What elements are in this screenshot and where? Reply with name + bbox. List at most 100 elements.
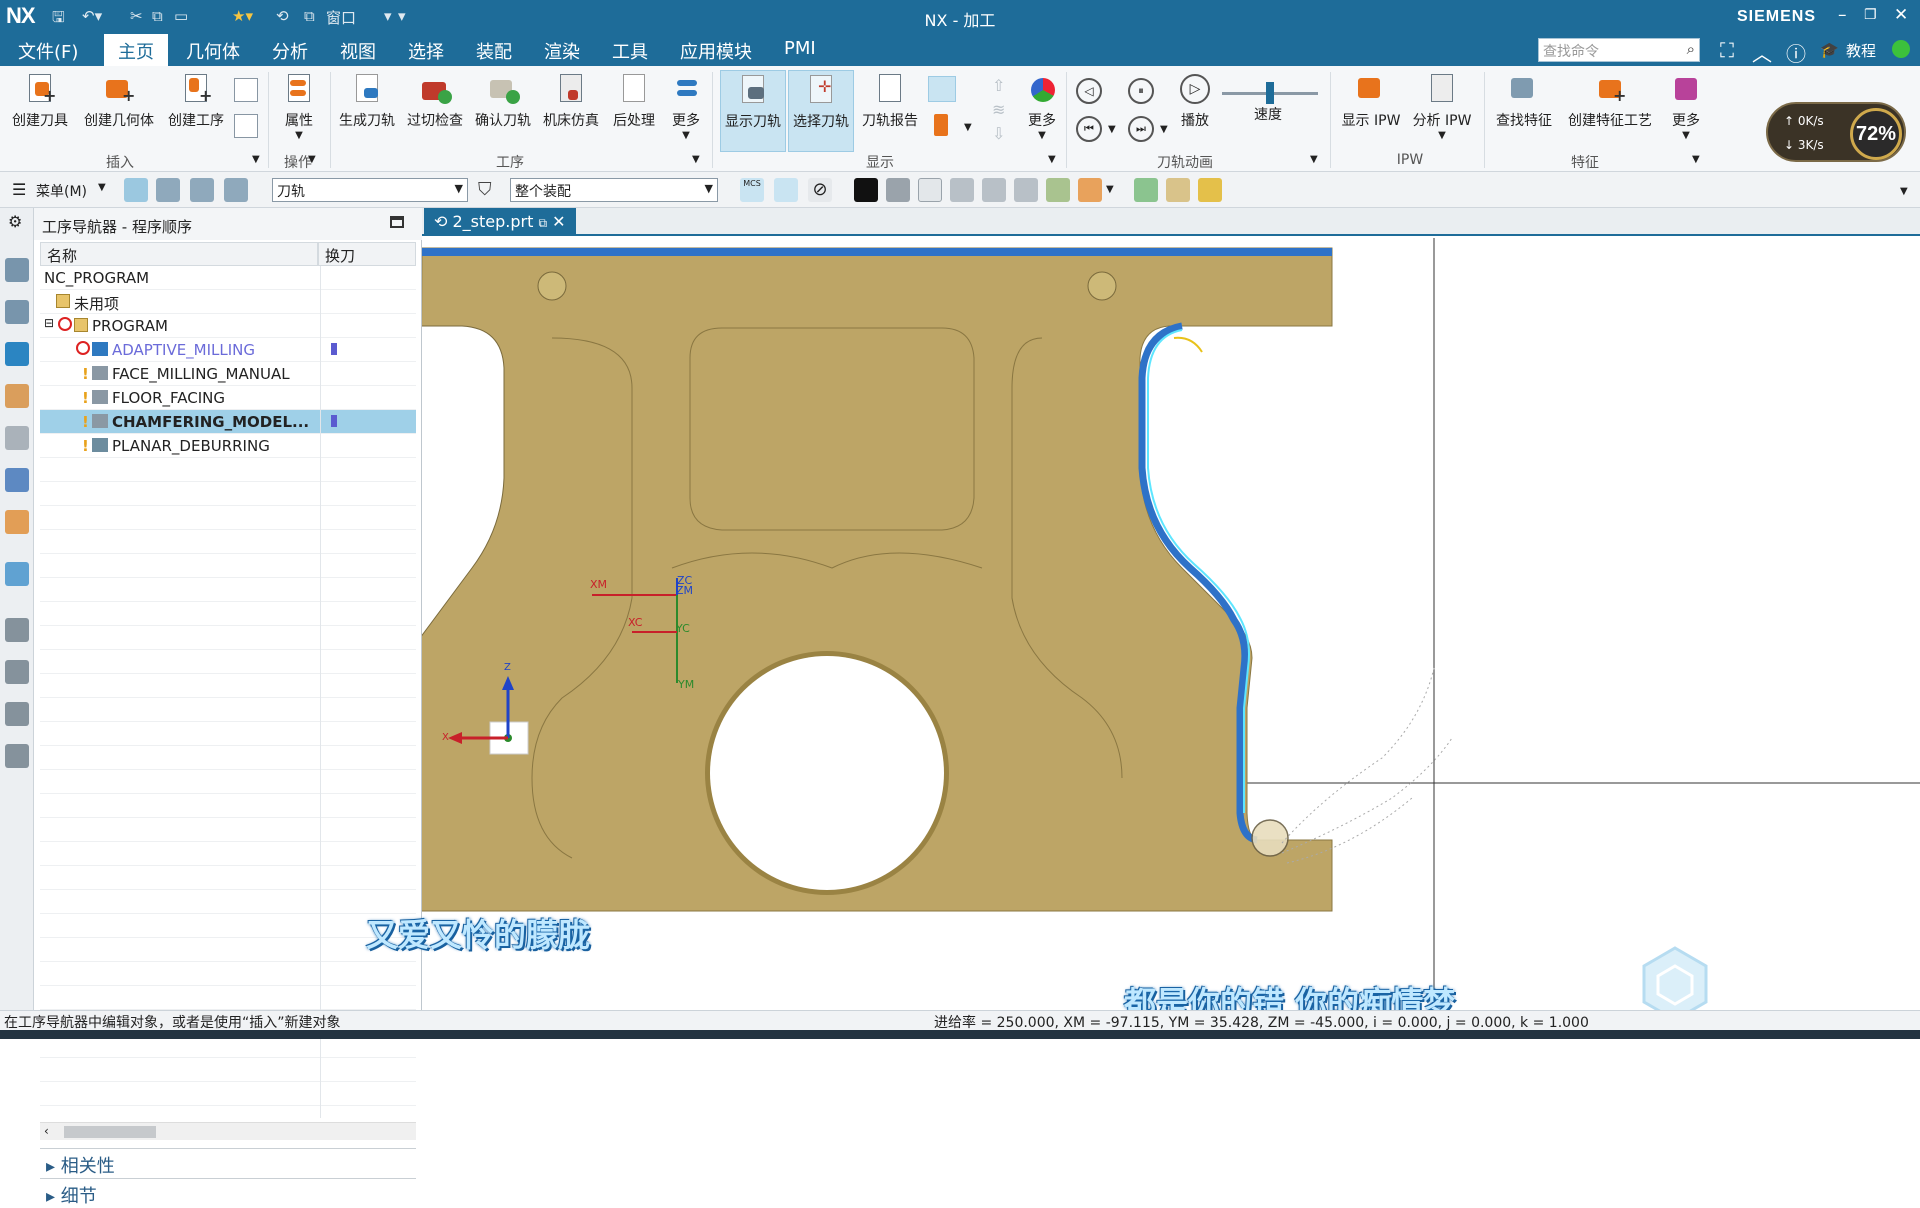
menu-select[interactable]: 选择 — [404, 38, 448, 64]
menu-render[interactable]: 渲染 — [540, 38, 584, 64]
layers-icon[interactable] — [982, 178, 1006, 202]
reuse-library-icon[interactable] — [5, 510, 29, 534]
move-down-icon[interactable]: ⇩ — [992, 124, 1005, 143]
pause-icon[interactable]: ⏸ — [1128, 78, 1154, 104]
stack-icon[interactable]: ≋ — [992, 100, 1005, 119]
shaded-cube-icon[interactable] — [886, 178, 910, 202]
column-header-tool-change[interactable]: 换刀 — [318, 242, 416, 266]
insert-list-icon[interactable] — [234, 114, 258, 138]
machining-method-view-icon[interactable] — [224, 178, 248, 202]
tutorial-label[interactable]: 教程 — [1846, 40, 1876, 61]
chevron-down-icon[interactable]: ▼ — [252, 154, 260, 165]
tree-row[interactable]: 未用项 — [40, 290, 416, 314]
tool-display-icon[interactable] — [934, 114, 948, 136]
tree-row-selected[interactable]: ! CHAMFERING_MODEL... — [40, 410, 416, 434]
display-toolpath-button[interactable]: 显示刀轨 — [720, 70, 786, 152]
measure-icon[interactable] — [1134, 178, 1158, 202]
step-back-icon[interactable]: ◁ — [1076, 78, 1102, 104]
chevron-down-icon[interactable]: ▼ — [1900, 186, 1908, 197]
type-filter-select[interactable]: 刀轨 ▼ — [272, 178, 468, 202]
scrollbar-thumb[interactable] — [64, 1126, 156, 1138]
restore-button[interactable]: ❐ — [1864, 7, 1877, 23]
display-ipw-toggle-icon[interactable] — [928, 76, 956, 102]
feature-navigator-icon[interactable] — [5, 426, 29, 450]
display-ipw-button[interactable]: 显示 IPW — [1336, 70, 1406, 152]
slider-thumb[interactable] — [1266, 82, 1274, 104]
tools-icon[interactable] — [1166, 178, 1190, 202]
menu-tools[interactable]: 工具 — [608, 38, 652, 64]
properties-button[interactable]: 属性 ▼ — [274, 70, 324, 152]
wireframe-cube-icon[interactable] — [918, 178, 942, 202]
postprocess-button[interactable]: 后处理 — [606, 70, 662, 152]
history-icon[interactable] — [5, 618, 29, 642]
report-icon[interactable] — [1198, 178, 1222, 202]
help-icon[interactable]: ⓘ — [1786, 38, 1806, 67]
collapse-icon[interactable]: ⊟ — [44, 316, 54, 330]
tree-row[interactable]: ! PLANAR_DEBURRING — [40, 434, 416, 458]
machine-simulation-button[interactable]: 机床仿真 — [540, 70, 602, 152]
menu-view[interactable]: 视图 — [336, 38, 380, 64]
verify-toolpath-button[interactable]: 确认刀轨 — [472, 70, 534, 152]
more-display-button[interactable]: 更多 ▼ — [1022, 70, 1062, 152]
chevron-down-icon[interactable]: ▼ — [692, 154, 700, 165]
part-model[interactable] — [422, 238, 1920, 1010]
more-process-button[interactable]: 更多 ▼ — [666, 70, 706, 152]
graphics-window[interactable]: ZC ZM XM XC YC YM Z X — [422, 238, 1920, 1010]
filter-icon[interactable]: ⛉ — [478, 179, 492, 200]
pin-icon[interactable]: ⧉ — [538, 216, 547, 230]
hide-toolpath-icon[interactable]: ⊘ — [808, 178, 832, 202]
menu-home[interactable]: 主页 — [104, 34, 168, 66]
create-feature-process-button[interactable]: + 创建特征工艺 — [1562, 70, 1658, 152]
menu-application[interactable]: 应用模块 — [676, 38, 756, 64]
machine-navigator-icon[interactable] — [5, 384, 29, 408]
document-tab[interactable]: ⟲ 2_step.prt ⧉ ✕ — [424, 208, 576, 236]
play-button[interactable]: ▷ 播放 — [1174, 70, 1216, 152]
details-section[interactable]: ▸ 细节 — [46, 1182, 97, 1208]
toolpath-report-button[interactable]: 刀轨报告 — [858, 70, 922, 152]
assembly-icon[interactable] — [1014, 178, 1038, 202]
chevron-down-icon[interactable]: ▼ — [308, 154, 316, 165]
web-browser-icon[interactable] — [5, 562, 29, 586]
menu-geometry[interactable]: 几何体 — [182, 38, 244, 64]
collapse-ribbon-icon[interactable]: ︿ — [1752, 38, 1772, 67]
select-toolpath-button[interactable]: ✛ 选择刀轨 — [788, 70, 854, 152]
tree-row[interactable]: ! FACE_MILLING_MANUAL — [40, 362, 416, 386]
horizontal-scrollbar[interactable]: ‹ — [40, 1122, 416, 1140]
gouge-check-button[interactable]: 过切检查 — [404, 70, 466, 152]
geometry-view-icon[interactable] — [190, 178, 214, 202]
layer-settings-icon[interactable] — [950, 178, 974, 202]
program-order-view-icon[interactable] — [124, 178, 148, 202]
rewind-icon[interactable]: ⏮ — [1076, 116, 1102, 142]
chevron-down-icon[interactable]: ▼ — [1160, 124, 1168, 135]
create-operation-button[interactable]: + 创建工序 — [164, 70, 228, 152]
tree-row[interactable]: ! FLOOR_FACING — [40, 386, 416, 410]
menu-hamburger-icon[interactable]: ☰ — [12, 180, 26, 199]
chevron-down-icon[interactable]: ▼ — [1108, 124, 1116, 135]
close-tab-icon[interactable]: ✕ — [552, 212, 565, 231]
chevron-down-icon[interactable]: ▼ — [964, 122, 972, 133]
process-studio-icon[interactable] — [5, 702, 29, 726]
menu-file[interactable]: 文件(F) — [14, 38, 82, 64]
chevron-down-icon[interactable]: ▼ — [1106, 184, 1114, 195]
operation-navigator-icon[interactable] — [5, 342, 29, 366]
command-search-input[interactable]: 查找命令 ⌕ — [1538, 38, 1700, 62]
assembly-navigator-icon[interactable] — [5, 300, 29, 324]
component-icon[interactable] — [1078, 178, 1102, 202]
menu-assembly[interactable]: 装配 — [472, 38, 516, 64]
chevron-down-icon[interactable]: ▼ — [1048, 154, 1056, 165]
chevron-down-icon[interactable]: ▼ — [98, 182, 106, 193]
display-toolpath-toggle-icon[interactable] — [774, 178, 798, 202]
settings-icon[interactable]: ⚙ — [8, 212, 22, 231]
minimize-button[interactable]: – — [1838, 5, 1847, 25]
close-button[interactable]: ✕ — [1894, 5, 1908, 25]
mcs-display-icon[interactable]: MCS — [740, 178, 764, 202]
part-navigator-icon[interactable] — [5, 258, 29, 282]
chevron-down-icon[interactable]: ▼ — [1310, 154, 1318, 165]
roles-icon[interactable] — [5, 744, 29, 768]
scroll-left-icon[interactable]: ‹ — [44, 1124, 49, 1138]
tree-row[interactable]: ADAPTIVE_MILLING — [40, 338, 416, 362]
more-feature-button[interactable]: 更多 ▼ — [1664, 70, 1708, 152]
chevron-down-icon[interactable]: ▼ — [1692, 154, 1700, 165]
analyze-ipw-button[interactable]: 分析 IPW ▼ — [1408, 70, 1476, 152]
fast-forward-icon[interactable]: ⏭ — [1128, 116, 1154, 142]
